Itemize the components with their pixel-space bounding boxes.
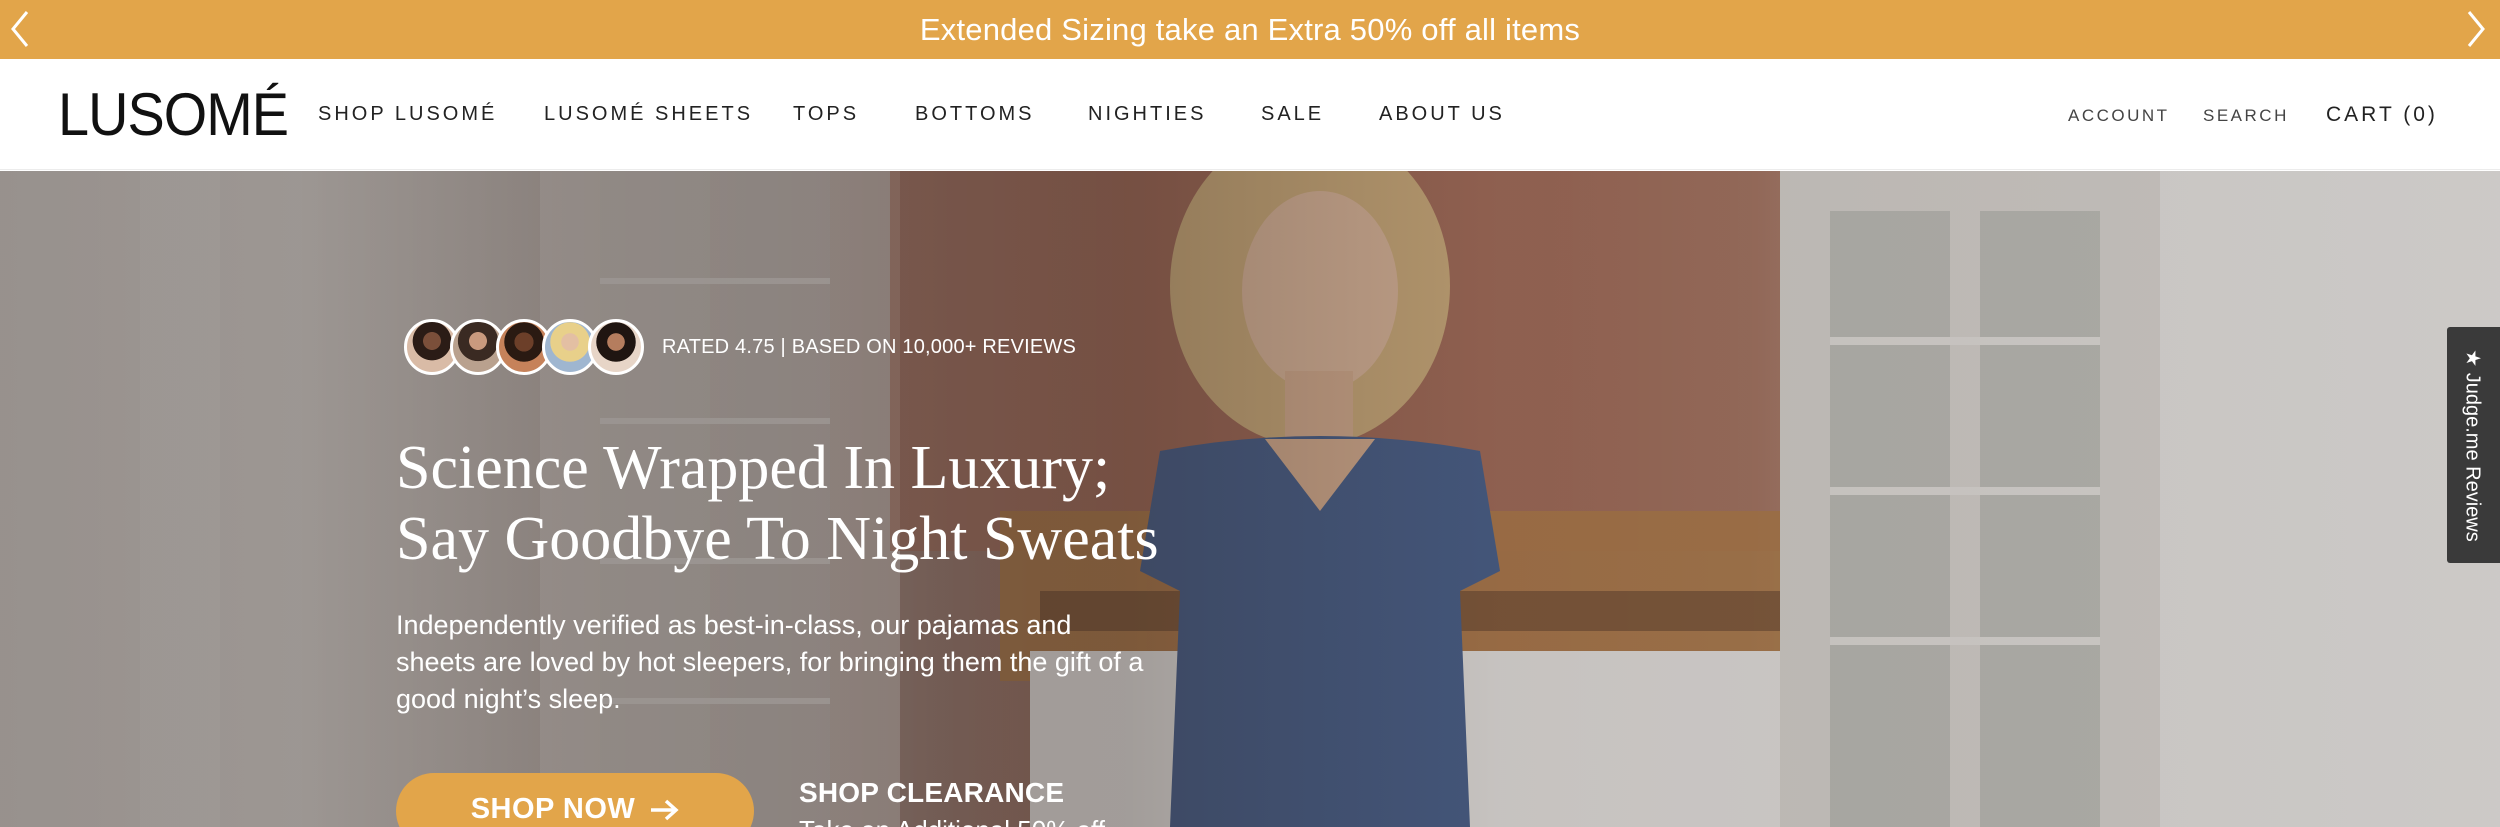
chevron-left-icon[interactable] (0, 6, 40, 52)
judgeme-reviews-tab[interactable]: ★ Judge.me Reviews (2447, 327, 2500, 563)
shop-now-label: SHOP NOW (470, 793, 636, 825)
cart-link[interactable]: CART (0) (2326, 103, 2438, 127)
hero-title: Science Wrapped In Luxury; Say Goodbye T… (396, 433, 1216, 575)
brand-logo[interactable]: LUSOMÉ (58, 85, 289, 145)
hero-title-line2: Say Goodbye To Night Sweats (396, 505, 1159, 573)
nav-tops[interactable]: TOPS (793, 103, 859, 126)
site-header: LUSOMÉ SHOP LUSOMÉ LUSOMÉ SHEETS TOPS BO… (0, 59, 2500, 170)
account-link[interactable]: ACCOUNT (2068, 106, 2170, 126)
announcement-bar: Extended Sizing take an Extra 50% off al… (0, 0, 2500, 59)
nav-shop-lusome[interactable]: SHOP LUSOMÉ (318, 103, 497, 126)
chevron-right-icon[interactable] (2456, 6, 2496, 52)
rating-row: RATED 4.75 | BASED ON 10,000+ REVIEWS (404, 319, 1076, 375)
clearance-subtitle: Take an Additional 50% off (799, 815, 1105, 827)
announcement-text[interactable]: Extended Sizing take an Extra 50% off al… (920, 12, 1580, 48)
shop-now-button[interactable]: SHOP NOW (396, 773, 754, 827)
hero-title-line1: Science Wrapped In Luxury; (396, 434, 1111, 502)
clearance-block: SHOP CLEARANCE Take an Additional 50% of… (799, 777, 1105, 827)
rating-text: RATED 4.75 | BASED ON 10,000+ REVIEWS (662, 335, 1077, 358)
hero-banner: RATED 4.75 | BASED ON 10,000+ REVIEWS Sc… (0, 171, 2500, 827)
hero-overlay (0, 171, 2500, 827)
nav-bottoms[interactable]: BOTTOMS (915, 103, 1035, 126)
arrow-right-icon (651, 799, 679, 821)
nav-about-us[interactable]: ABOUT US (1379, 103, 1505, 126)
reviewer-avatars (404, 319, 644, 375)
judgeme-reviews-label: ★ Judge.me Reviews (2462, 348, 2485, 542)
hero-description: Independently verified as best-in-class,… (396, 610, 1144, 714)
avatar (588, 319, 644, 375)
search-link[interactable]: SEARCH (2203, 106, 2289, 126)
shop-clearance-link[interactable]: SHOP CLEARANCE (799, 777, 1105, 809)
nav-sale[interactable]: SALE (1261, 103, 1324, 126)
nav-nighties[interactable]: NIGHTIES (1088, 103, 1206, 126)
nav-lusome-sheets[interactable]: LUSOMÉ SHEETS (544, 103, 753, 126)
